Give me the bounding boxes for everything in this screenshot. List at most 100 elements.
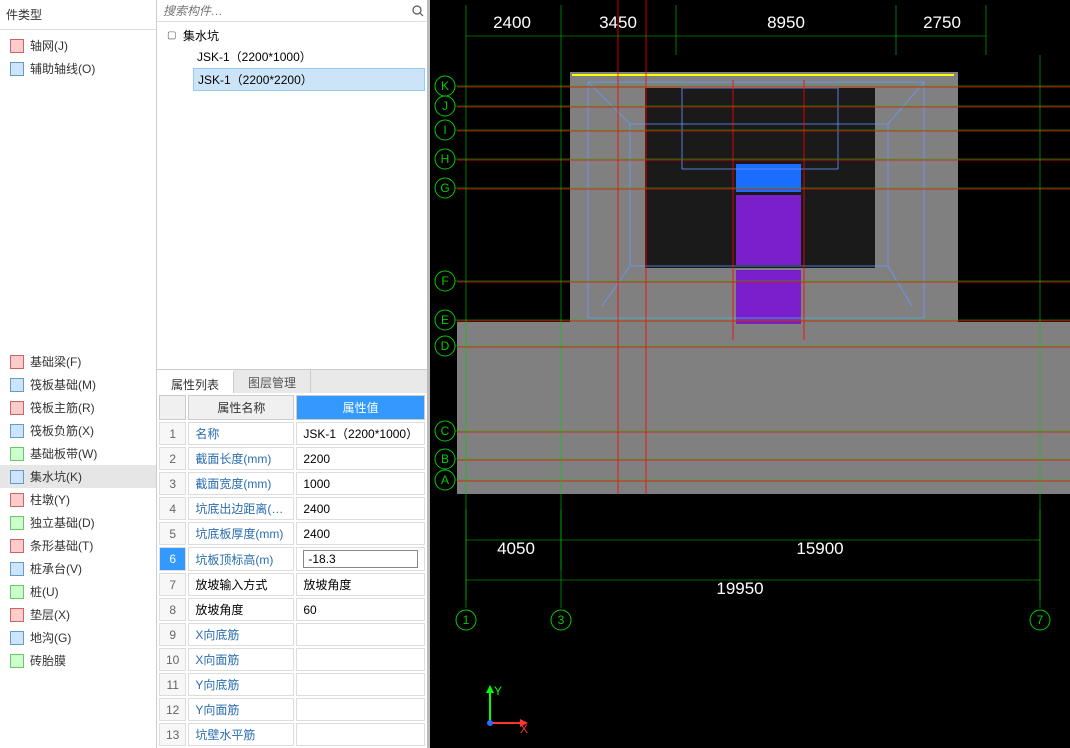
nav-item[interactable]: 轴网(J) [0,34,156,57]
row-index: 8 [159,598,186,621]
nav-label: 垫层(X) [30,606,70,623]
table-row[interactable]: 12Y向面筋 [159,698,425,721]
prop-value[interactable]: 1000 [296,472,425,495]
table-row[interactable]: 10X向面筋 [159,648,425,671]
tree-node[interactable]: JSK-1（2200*2200） [193,68,425,91]
prop-value[interactable] [296,723,425,746]
properties-section: 属性列表图层管理 属性名称 属性值 1名称JSK-1（2200*1000）2截面… [157,369,427,748]
nav-item[interactable]: 柱墩(Y) [0,488,156,511]
table-row[interactable]: 1名称JSK-1（2200*1000） [159,422,425,445]
nav-label: 筏板负筋(X) [30,422,94,439]
prop-value[interactable] [296,648,425,671]
grid-col-label: 3 [558,613,565,627]
tab[interactable]: 图层管理 [234,370,311,393]
grid-row-label: B [441,452,449,466]
nav-item[interactable]: 独立基础(D) [0,511,156,534]
nav-item[interactable]: 砖胎膜 [0,649,156,672]
grid-col-label: 1 [463,613,470,627]
canvas-area[interactable]: KJIHGFEDCBA 137 2400 3450 8950 2750 4050… [430,0,1070,748]
table-row[interactable]: 3截面宽度(mm)1000 [159,472,425,495]
nav-item[interactable]: 地沟(G) [0,626,156,649]
nav-label: 地沟(G) [30,629,71,646]
grid-row-label: F [441,274,448,288]
nav-item[interactable]: 垫层(X) [0,603,156,626]
prop-name: 截面长度(mm) [188,447,294,470]
nav-item[interactable]: 集水坑(K) [0,465,156,488]
prop-value[interactable] [296,547,425,571]
table-row[interactable]: 2截面长度(mm)2200 [159,447,425,470]
nav-label: 基础梁(F) [30,353,81,370]
prop-value[interactable] [296,698,425,721]
nav-icon [10,585,24,599]
svg-text:X: X [520,722,528,733]
nav-item[interactable]: 基础梁(F) [0,350,156,373]
table-row[interactable]: 11Y向底筋 [159,673,425,696]
row-index: 7 [159,573,186,596]
left-panel: 件类型 轴网(J)辅助轴线(O) 基础梁(F) 筏板基础(M) 筏板主筋(R) 筏板负… [0,0,157,748]
table-row[interactable]: 4坑底出边距离(…2400 [159,497,425,520]
row-index: 1 [159,422,186,445]
search-icon[interactable] [409,2,427,20]
col-name-header: 属性名称 [188,395,294,420]
row-index: 3 [159,472,186,495]
dim-top-0: 2400 [493,13,531,32]
grid-col-label: 7 [1037,613,1044,627]
nav-icon [10,608,24,622]
row-index: 11 [159,673,186,696]
grid-row-label: E [441,313,449,327]
prop-value[interactable] [296,673,425,696]
tree-area[interactable]: ▢ 集水坑 JSK-1（2200*1000）JSK-1（2200*2200） [157,22,427,369]
nav-item[interactable]: 筏板主筋(R) [0,396,156,419]
left-panel-title: 件类型 [0,4,156,30]
nav-item[interactable]: 桩承台(V) [0,557,156,580]
nav-item[interactable] [0,80,156,100]
nav-icon [10,493,24,507]
table-row[interactable]: 7放坡输入方式放坡角度 [159,573,425,596]
nav-label: 桩(U) [30,583,59,600]
tab[interactable]: 属性列表 [157,370,234,393]
grid-row-label: D [441,339,450,353]
nav-item[interactable]: 桩(U) [0,580,156,603]
table-row[interactable]: 6坑板顶标高(m) [159,547,425,571]
prop-value[interactable]: JSK-1（2200*1000） [296,422,425,445]
tree-toggle-icon[interactable]: ▢ [167,30,179,42]
row-index: 6 [159,547,186,571]
prop-value[interactable]: 2200 [296,447,425,470]
nav-item[interactable]: 筏板负筋(X) [0,419,156,442]
prop-value[interactable]: 60 [296,598,425,621]
nav-label: 筏板主筋(R) [30,399,95,416]
nav-item[interactable]: 基础板带(W) [0,442,156,465]
table-row[interactable]: 5坑底板厚度(mm)2400 [159,522,425,545]
grid-row-label: I [443,123,446,137]
nav-item[interactable]: 条形基础(T) [0,534,156,557]
nav-item[interactable]: 辅助轴线(O) [0,57,156,80]
prop-value[interactable] [296,623,425,646]
col-value-header: 属性值 [296,395,425,420]
prop-value[interactable]: 2400 [296,497,425,520]
nav-icon [10,62,24,76]
table-row[interactable]: 8放坡角度60 [159,598,425,621]
table-row[interactable]: 9X向底筋 [159,623,425,646]
nav-icon [10,378,24,392]
axis-indicator: Y X [480,683,530,736]
prop-value[interactable]: 放坡角度 [296,573,425,596]
search-input[interactable] [157,2,409,20]
prop-name: Y向底筋 [188,673,294,696]
prop-name: Y向面筋 [188,698,294,721]
table-row[interactable]: 13坑壁水平筋 [159,723,425,746]
dim-bottom-total: 19950 [716,579,763,598]
row-index: 9 [159,623,186,646]
nav-icon [10,470,24,484]
nav-icon [10,424,24,438]
prop-name: 坑底出边距离(… [188,497,294,520]
nav-label: 桩承台(V) [30,560,82,577]
prop-value[interactable]: 2400 [296,522,425,545]
nav-item[interactable]: 筏板基础(M) [0,373,156,396]
tree-node[interactable]: JSK-1（2200*1000） [193,46,425,67]
prop-value-input[interactable] [303,550,418,568]
nav-icon [10,562,24,576]
prop-name: 放坡角度 [188,598,294,621]
row-index: 2 [159,447,186,470]
row-index: 13 [159,723,186,746]
tree-root-label[interactable]: 集水坑 [183,27,219,44]
